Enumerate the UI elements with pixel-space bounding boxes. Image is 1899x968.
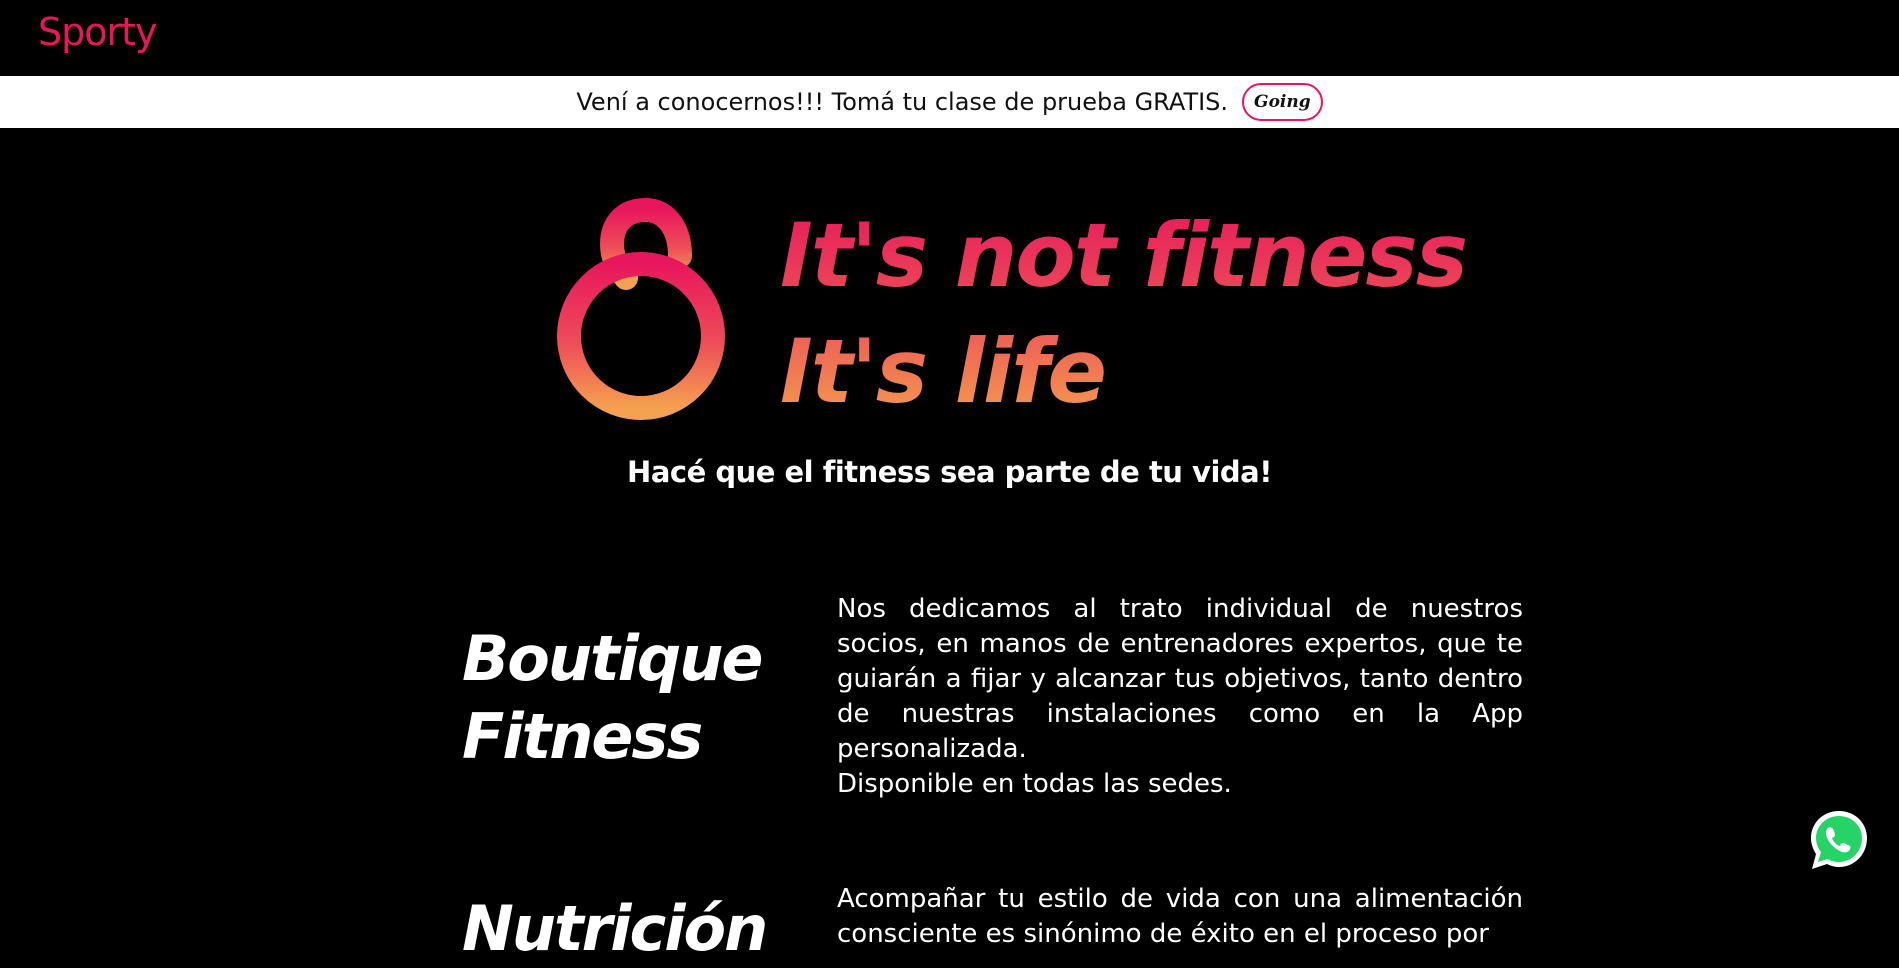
- sporty-s-logo-icon: [557, 197, 725, 420]
- section-title-line-1: Boutique: [462, 622, 763, 695]
- whatsapp-button[interactable]: [1806, 807, 1872, 873]
- hero-slogan: It's not fitness It's life: [780, 198, 1466, 430]
- section-title: Boutique Fitness: [462, 620, 763, 776]
- slogan-line-2: It's life: [780, 320, 1106, 423]
- section-paragraph: Nos dedicamos al trato individual de nue…: [837, 594, 1523, 764]
- section-title: Nutrición: [462, 890, 768, 968]
- hero-tagline: Hacé que el fitness sea parte de tu vida…: [627, 455, 1272, 489]
- going-button[interactable]: Going: [1242, 83, 1323, 121]
- section-text: Nos dedicamos al trato individual de nue…: [837, 592, 1523, 802]
- section-paragraph: Acompañar tu estilo de vida con una alim…: [837, 884, 1523, 949]
- top-navbar: Sporty: [0, 0, 1899, 76]
- section-title-line-1: Nutrición: [462, 892, 768, 965]
- promo-banner: Vení a conocernos!!! Tomá tu clase de pr…: [0, 76, 1899, 128]
- promo-text: Vení a conocernos!!! Tomá tu clase de pr…: [576, 88, 1229, 116]
- whatsapp-icon: [1811, 811, 1867, 869]
- section-title-line-2: Fitness: [462, 700, 703, 773]
- slogan-line-1: It's not fitness: [780, 204, 1467, 307]
- section-text: Acompañar tu estilo de vida con una alim…: [837, 882, 1523, 952]
- hero-section: It's not fitness It's life: [0, 128, 1899, 428]
- brand-logo[interactable]: Sporty: [38, 10, 158, 54]
- section-paragraph-2: Disponible en todas las sedes.: [837, 769, 1232, 799]
